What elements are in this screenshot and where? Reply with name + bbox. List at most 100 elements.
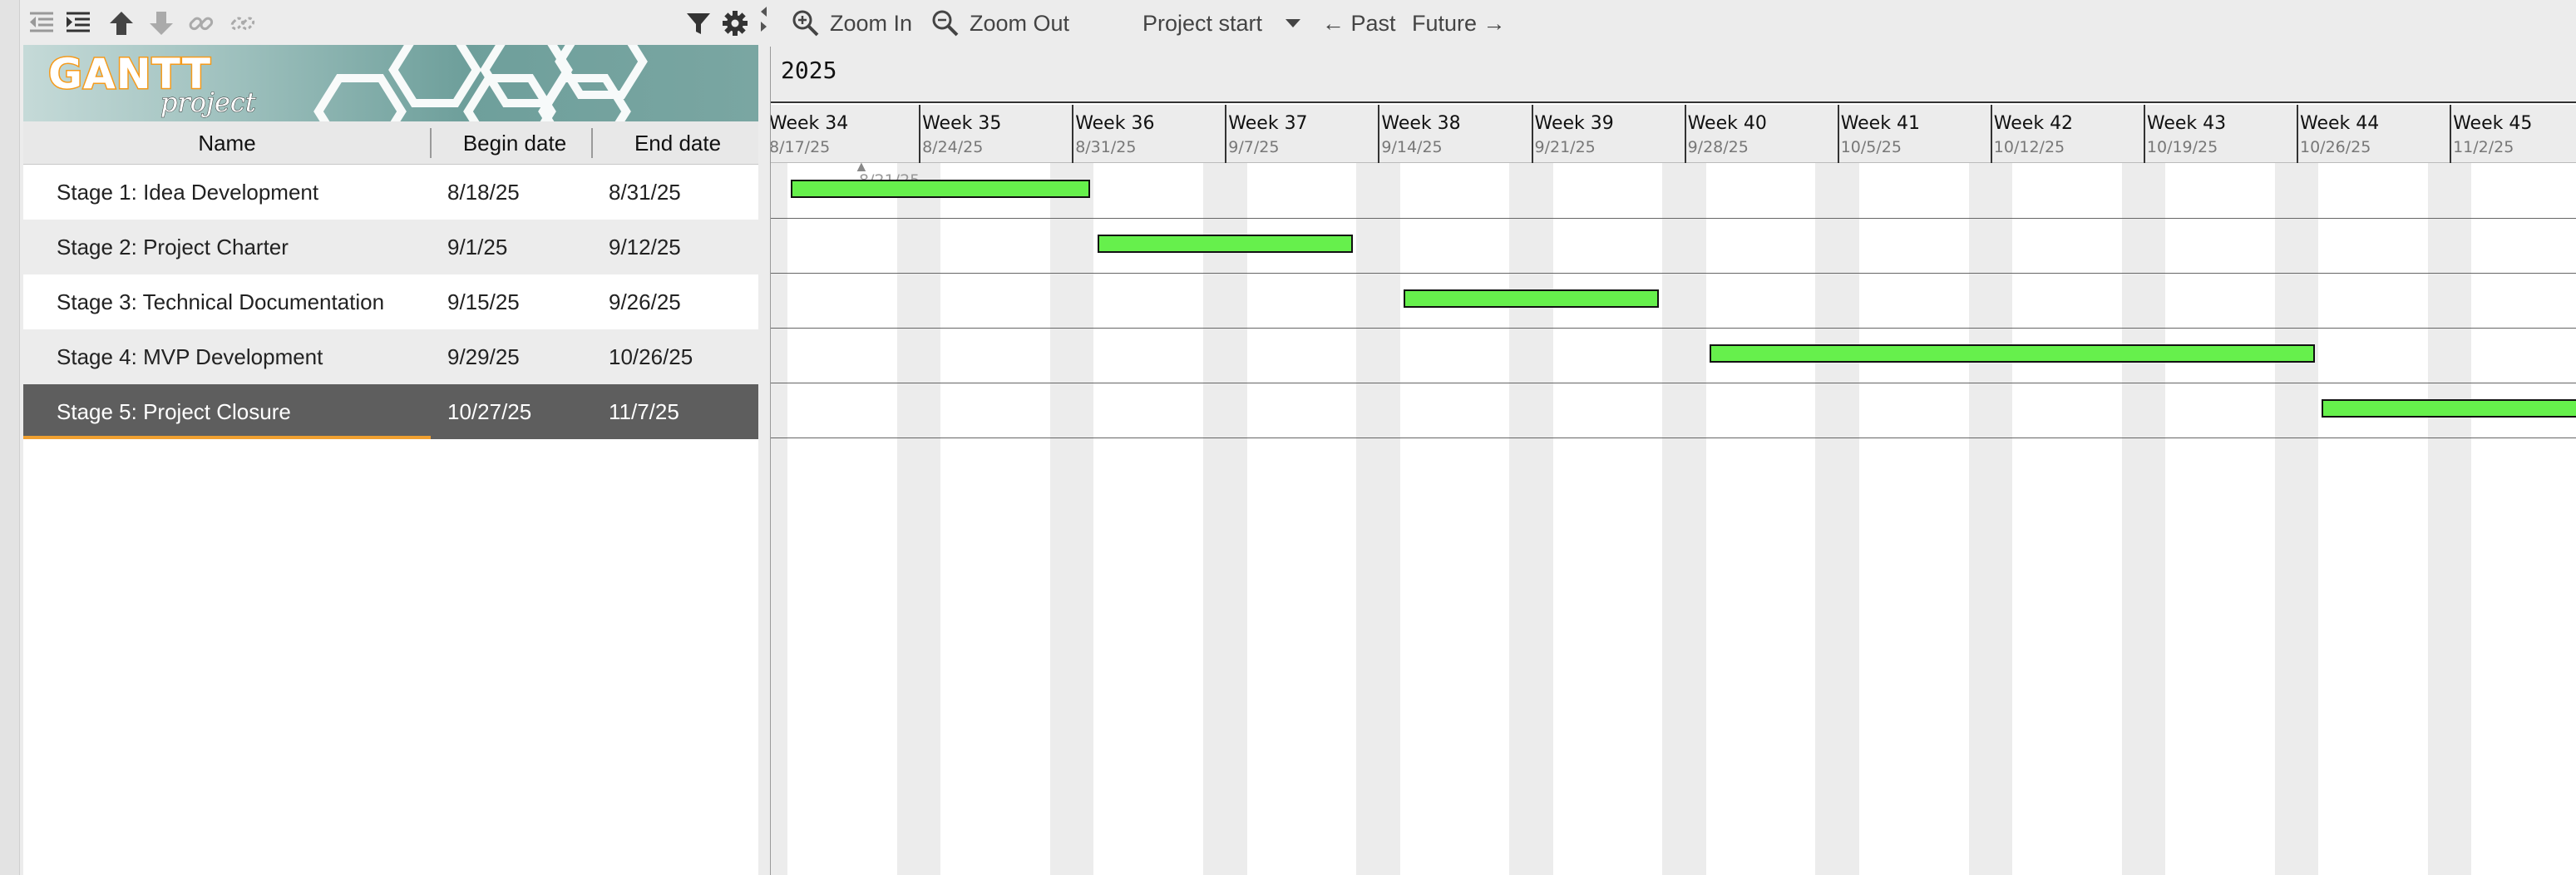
weekend-shading	[1203, 163, 1247, 875]
task-row[interactable]: Stage 3: Technical Documentation 9/15/25…	[23, 274, 758, 329]
week-start-date: 10/19/25	[2146, 138, 2218, 156]
link-icon[interactable]	[185, 7, 218, 40]
week-start-date: 9/28/25	[1687, 138, 1749, 156]
task-row[interactable]: Stage 2: Project Charter 9/1/25 9/12/25	[23, 220, 758, 274]
week-start-date: 11/2/25	[2453, 138, 2514, 156]
column-separator[interactable]	[591, 128, 593, 158]
filter-icon[interactable]	[682, 7, 715, 40]
weekend-shading	[2274, 163, 2319, 875]
task-end-date: 9/26/25	[609, 289, 681, 314]
task-toolbar	[20, 0, 765, 47]
column-header-name[interactable]: Name	[23, 121, 431, 165]
zoom-in-label: Zoom In	[830, 11, 913, 36]
week-header: Week 37 9/7/25	[1225, 105, 1378, 163]
task-name: Stage 3: Technical Documentation	[57, 289, 385, 314]
task-begin-date: 9/15/25	[447, 289, 520, 314]
week-label: Week 44	[2300, 113, 2380, 134]
week-label: Week 34	[770, 113, 849, 134]
week-header: Week 35 8/24/25	[919, 105, 1072, 163]
task-bar[interactable]	[1097, 235, 1354, 253]
weekend-shading	[1815, 163, 1859, 875]
task-row-selected[interactable]: Stage 5: Project Closure 10/27/25 11/7/2…	[23, 384, 758, 439]
weekend-shading	[771, 163, 788, 875]
week-label: Week 36	[1075, 113, 1155, 134]
task-table-header: Name Begin date End date	[23, 121, 758, 165]
gear-icon[interactable]	[718, 7, 752, 40]
week-start-date: 9/21/25	[1534, 138, 1596, 156]
week-header: Week 36 8/31/25	[1072, 105, 1225, 163]
outdent-icon[interactable]	[25, 7, 58, 40]
task-row[interactable]: Stage 4: MVP Development 9/29/25 10/26/2…	[23, 329, 758, 384]
week-start-date: 10/5/25	[1840, 138, 1902, 156]
task-bar[interactable]	[1403, 289, 1660, 308]
chart-toolbar: Zoom In Zoom Out Project start ← Past Fu…	[770, 0, 2576, 47]
task-name: Stage 2: Project Charter	[57, 235, 289, 260]
task-begin-date: 10/27/25	[447, 399, 532, 424]
week-header: Week 44 10/26/25	[2297, 105, 2450, 163]
week-label: Week 41	[1840, 113, 1920, 134]
week-start-date: 10/26/25	[2300, 138, 2371, 156]
week-start-date: 9/7/25	[1228, 138, 1280, 156]
panel-splitter[interactable]	[758, 0, 770, 875]
week-start-date: 8/31/25	[1075, 138, 1137, 156]
week-start-date: 10/12/25	[1993, 138, 2065, 156]
weekend-shading	[1662, 163, 1706, 875]
column-header-begin-date[interactable]: Begin date	[432, 121, 597, 165]
weekend-shading	[1968, 163, 2013, 875]
zoom-in-button[interactable]: Zoom In	[792, 0, 912, 47]
weekend-shading	[1356, 163, 1400, 875]
task-table-panel: GANTT project Name Begin date End date S…	[0, 0, 765, 875]
timeline-year: 2025	[781, 57, 837, 84]
week-label: Week 40	[1687, 113, 1767, 134]
logo-subtext: project	[160, 87, 257, 119]
zoom-in-icon	[792, 10, 819, 37]
column-header-end-date[interactable]: End date	[597, 121, 758, 165]
row-divider	[771, 273, 2576, 274]
move-up-icon[interactable]	[105, 7, 138, 40]
future-button[interactable]: Future →	[1412, 0, 1506, 47]
gantt-chart[interactable]: 2025 Week 34 8/17/25 Week 35 8/24/25 Week 36…	[770, 47, 2576, 875]
gantt-app: GANTT project Name Begin date End date S…	[0, 0, 2576, 875]
chevron-down-icon	[1286, 19, 1301, 27]
row-divider	[771, 328, 2576, 329]
past-button[interactable]: ← Past	[1322, 0, 1396, 47]
task-name: Stage 5: Project Closure	[57, 399, 291, 424]
column-separator[interactable]	[430, 128, 432, 158]
weekend-shading	[1509, 163, 1553, 875]
task-bar[interactable]	[1709, 344, 2316, 363]
task-end-date: 8/31/25	[609, 180, 681, 205]
week-label: Week 42	[1993, 113, 2074, 134]
move-down-icon[interactable]	[145, 7, 178, 40]
week-label: Week 45	[2453, 113, 2533, 134]
task-row[interactable]: Stage 1: Idea Development 8/18/25 8/31/2…	[23, 165, 758, 220]
weekend-shading	[2121, 163, 2166, 875]
task-begin-date: 9/1/25	[447, 235, 508, 260]
zoom-out-icon	[932, 10, 959, 37]
week-label: Week 38	[1381, 113, 1461, 134]
row-divider	[771, 218, 2576, 219]
chart-grid: ▲ 8/21/25	[771, 158, 2576, 875]
project-start-dropdown[interactable]: Project start	[1142, 0, 1312, 47]
left-edge-strip	[0, 0, 20, 875]
weekend-shading	[2427, 163, 2472, 875]
unlink-icon[interactable]	[226, 7, 259, 40]
task-begin-date: 9/29/25	[447, 344, 520, 369]
week-label: Week 37	[1228, 113, 1308, 134]
zoom-out-button[interactable]: Zoom Out	[931, 0, 1069, 47]
week-start-date: 9/14/25	[1381, 138, 1443, 156]
indent-icon[interactable]	[62, 7, 95, 40]
task-name: Stage 4: MVP Development	[57, 344, 323, 369]
task-end-date: 10/26/25	[609, 344, 693, 369]
weekend-shading	[1049, 163, 1094, 875]
week-label: Week 39	[1534, 113, 1614, 134]
week-label: Week 43	[2146, 113, 2227, 134]
ganttproject-logo: GANTT project	[23, 45, 758, 121]
timeline-week-row: Week 34 8/17/25 Week 35 8/24/25 Week 36 8/31/…	[771, 105, 2576, 163]
task-end-date: 9/12/25	[609, 235, 681, 260]
task-table-empty-area[interactable]	[23, 439, 758, 875]
task-bar[interactable]	[791, 180, 1091, 198]
week-header: Week 38 9/14/25	[1378, 105, 1531, 163]
week-label: Week 35	[922, 113, 1002, 134]
zoom-out-label: Zoom Out	[970, 11, 1070, 36]
task-bar[interactable]	[2322, 399, 2576, 418]
